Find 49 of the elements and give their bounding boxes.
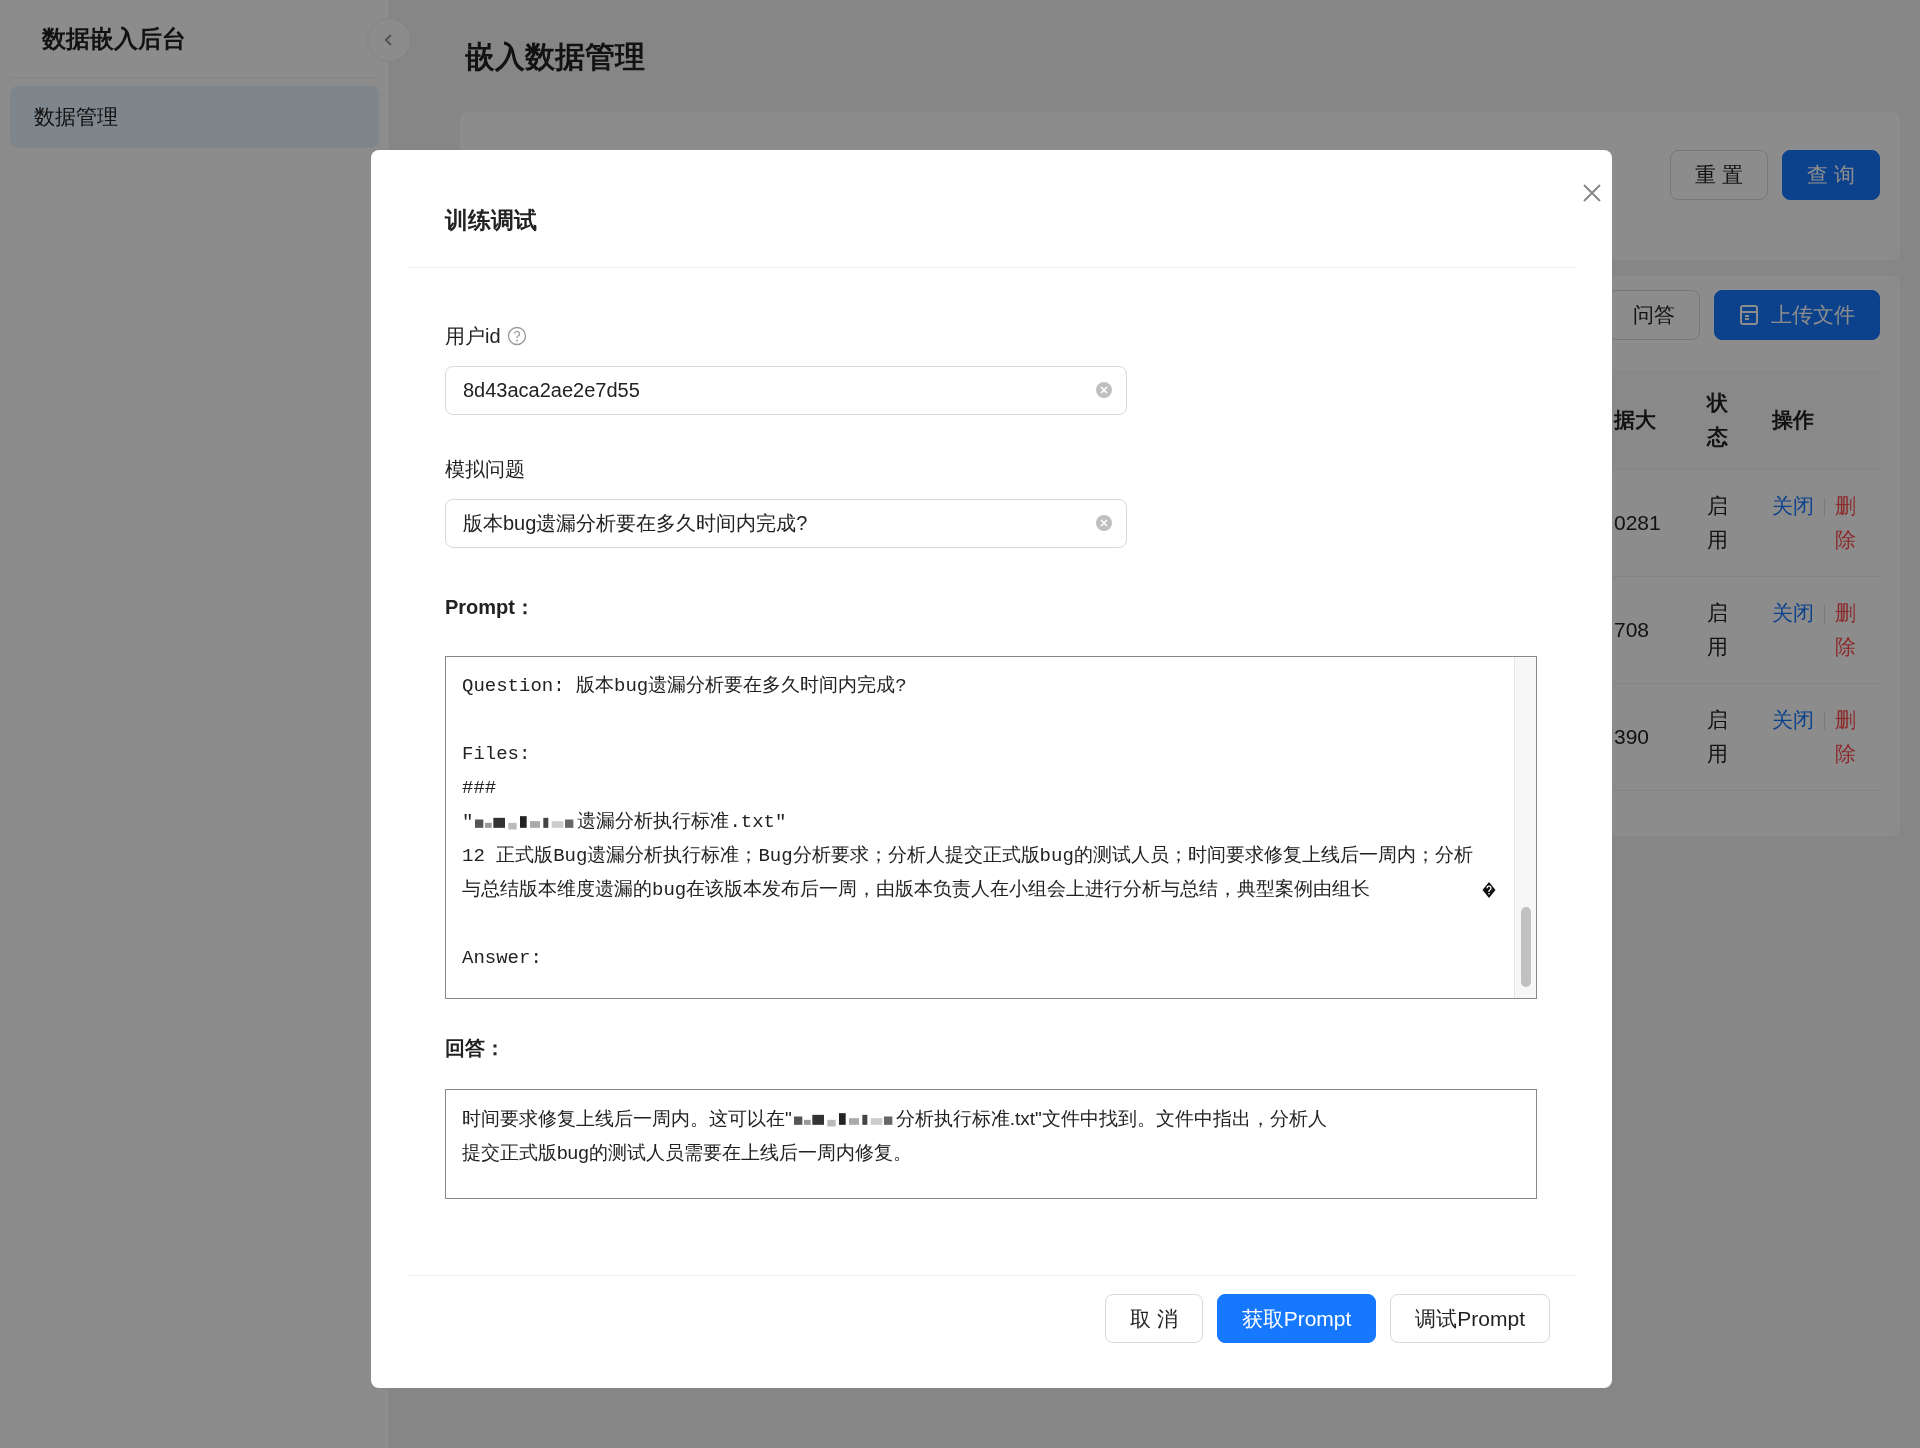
prompt-text: 遗漏分析执行标准.txt"	[577, 810, 787, 835]
close-icon[interactable]	[1581, 182, 1603, 204]
prompt-text: Question: 版本bug遗漏分析要在多久时间内完成?	[462, 674, 907, 699]
toolbar-button[interactable]: 上传文件	[1714, 290, 1880, 340]
action-link[interactable]: 关闭	[1772, 708, 1814, 731]
page-title: 嵌入数据管理	[465, 38, 645, 75]
column-header: 操作	[1772, 406, 1815, 433]
dialog-button[interactable]: 获取Prompt	[1216, 1294, 1377, 1343]
table-cell: 390	[1614, 725, 1650, 749]
column-header: 据大	[1614, 406, 1657, 433]
filter-button[interactable]: 重 置	[1670, 150, 1769, 200]
answer-text: 时间要求修复上线后一周内。这可以在"	[462, 1107, 792, 1131]
action-link[interactable]: 关闭	[1772, 494, 1814, 517]
chevron-left-icon	[383, 32, 395, 48]
field-label: 模拟问题	[445, 457, 525, 482]
prompt-textarea[interactable]: Question: 版本bug遗漏分析要在多久时间内完成? Files: ### " 遗漏分析执行标准.txt" 12 正式版Bug遗漏分析执行标准；Bug分析要求；分析人提交正式版bug的测试人员；时间要求修复上线后一周内；分析与总结版本维度遗漏的bug在该版本发布后一周，由版本负责人在小组会上进行分析与总结，典型案例由组长 Answer:	[445, 656, 1537, 999]
prompt-text: ###	[462, 776, 497, 801]
status-text: 启用	[1707, 493, 1729, 553]
help-icon[interactable]	[506, 326, 527, 346]
action-link[interactable]: 删除	[1835, 596, 1857, 664]
clear-icon[interactable]	[1095, 381, 1113, 399]
sidebar-item[interactable]: 数据管理	[10, 86, 379, 148]
app-title: 数据嵌入后台	[42, 23, 186, 54]
table-cell: 0281	[1614, 511, 1661, 535]
section-label: Prompt：	[445, 595, 536, 620]
filter-button[interactable]: 查 询	[1782, 150, 1880, 200]
file-icon	[1739, 304, 1759, 326]
action-link[interactable]: 删除	[1835, 489, 1857, 557]
status-text: 启用	[1707, 707, 1729, 767]
status-text: 启用	[1707, 600, 1729, 660]
clear-icon[interactable]	[1095, 514, 1113, 532]
prompt-text: "	[462, 810, 474, 835]
field-label: 用户id	[445, 324, 501, 349]
input-field[interactable]: 版本bug遗漏分析要在多久时间内完成?	[445, 499, 1127, 548]
section-label: 回答：	[445, 1036, 506, 1061]
table-cell: 708	[1614, 618, 1650, 642]
prompt-text: Files:	[462, 742, 531, 767]
dialog-button[interactable]: 取 消	[1104, 1294, 1203, 1343]
action-link[interactable]: 删除	[1835, 703, 1857, 771]
answer-text: 提交正式版bug的测试人员需要在上线后一周内修复。	[462, 1141, 913, 1165]
answer-text: 分析执行标准.txt"文件中找到。文件中指出，分析人	[895, 1107, 1327, 1131]
scrollbar-thumb[interactable]	[1521, 907, 1531, 987]
column-header: 状态	[1707, 389, 1729, 450]
input-field[interactable]: 8d43aca2ae2e7d55	[445, 366, 1127, 415]
prompt-text: 12 正式版Bug遗漏分析执行标准；Bug分析要求；分析人提交正式版bug的测试人员；时间要求修复上线后一周内；分析与总结版本维度遗漏的bug在该版本发布后一周，由版本负责人在小组会上进行分析与总结，典型案例由组长	[462, 844, 1474, 903]
dialog-button[interactable]: 调试Prompt	[1390, 1294, 1550, 1343]
action-link[interactable]: 关闭	[1772, 601, 1814, 624]
modal-title: 训练调试	[445, 206, 537, 236]
prompt-text: Answer:	[462, 946, 542, 971]
